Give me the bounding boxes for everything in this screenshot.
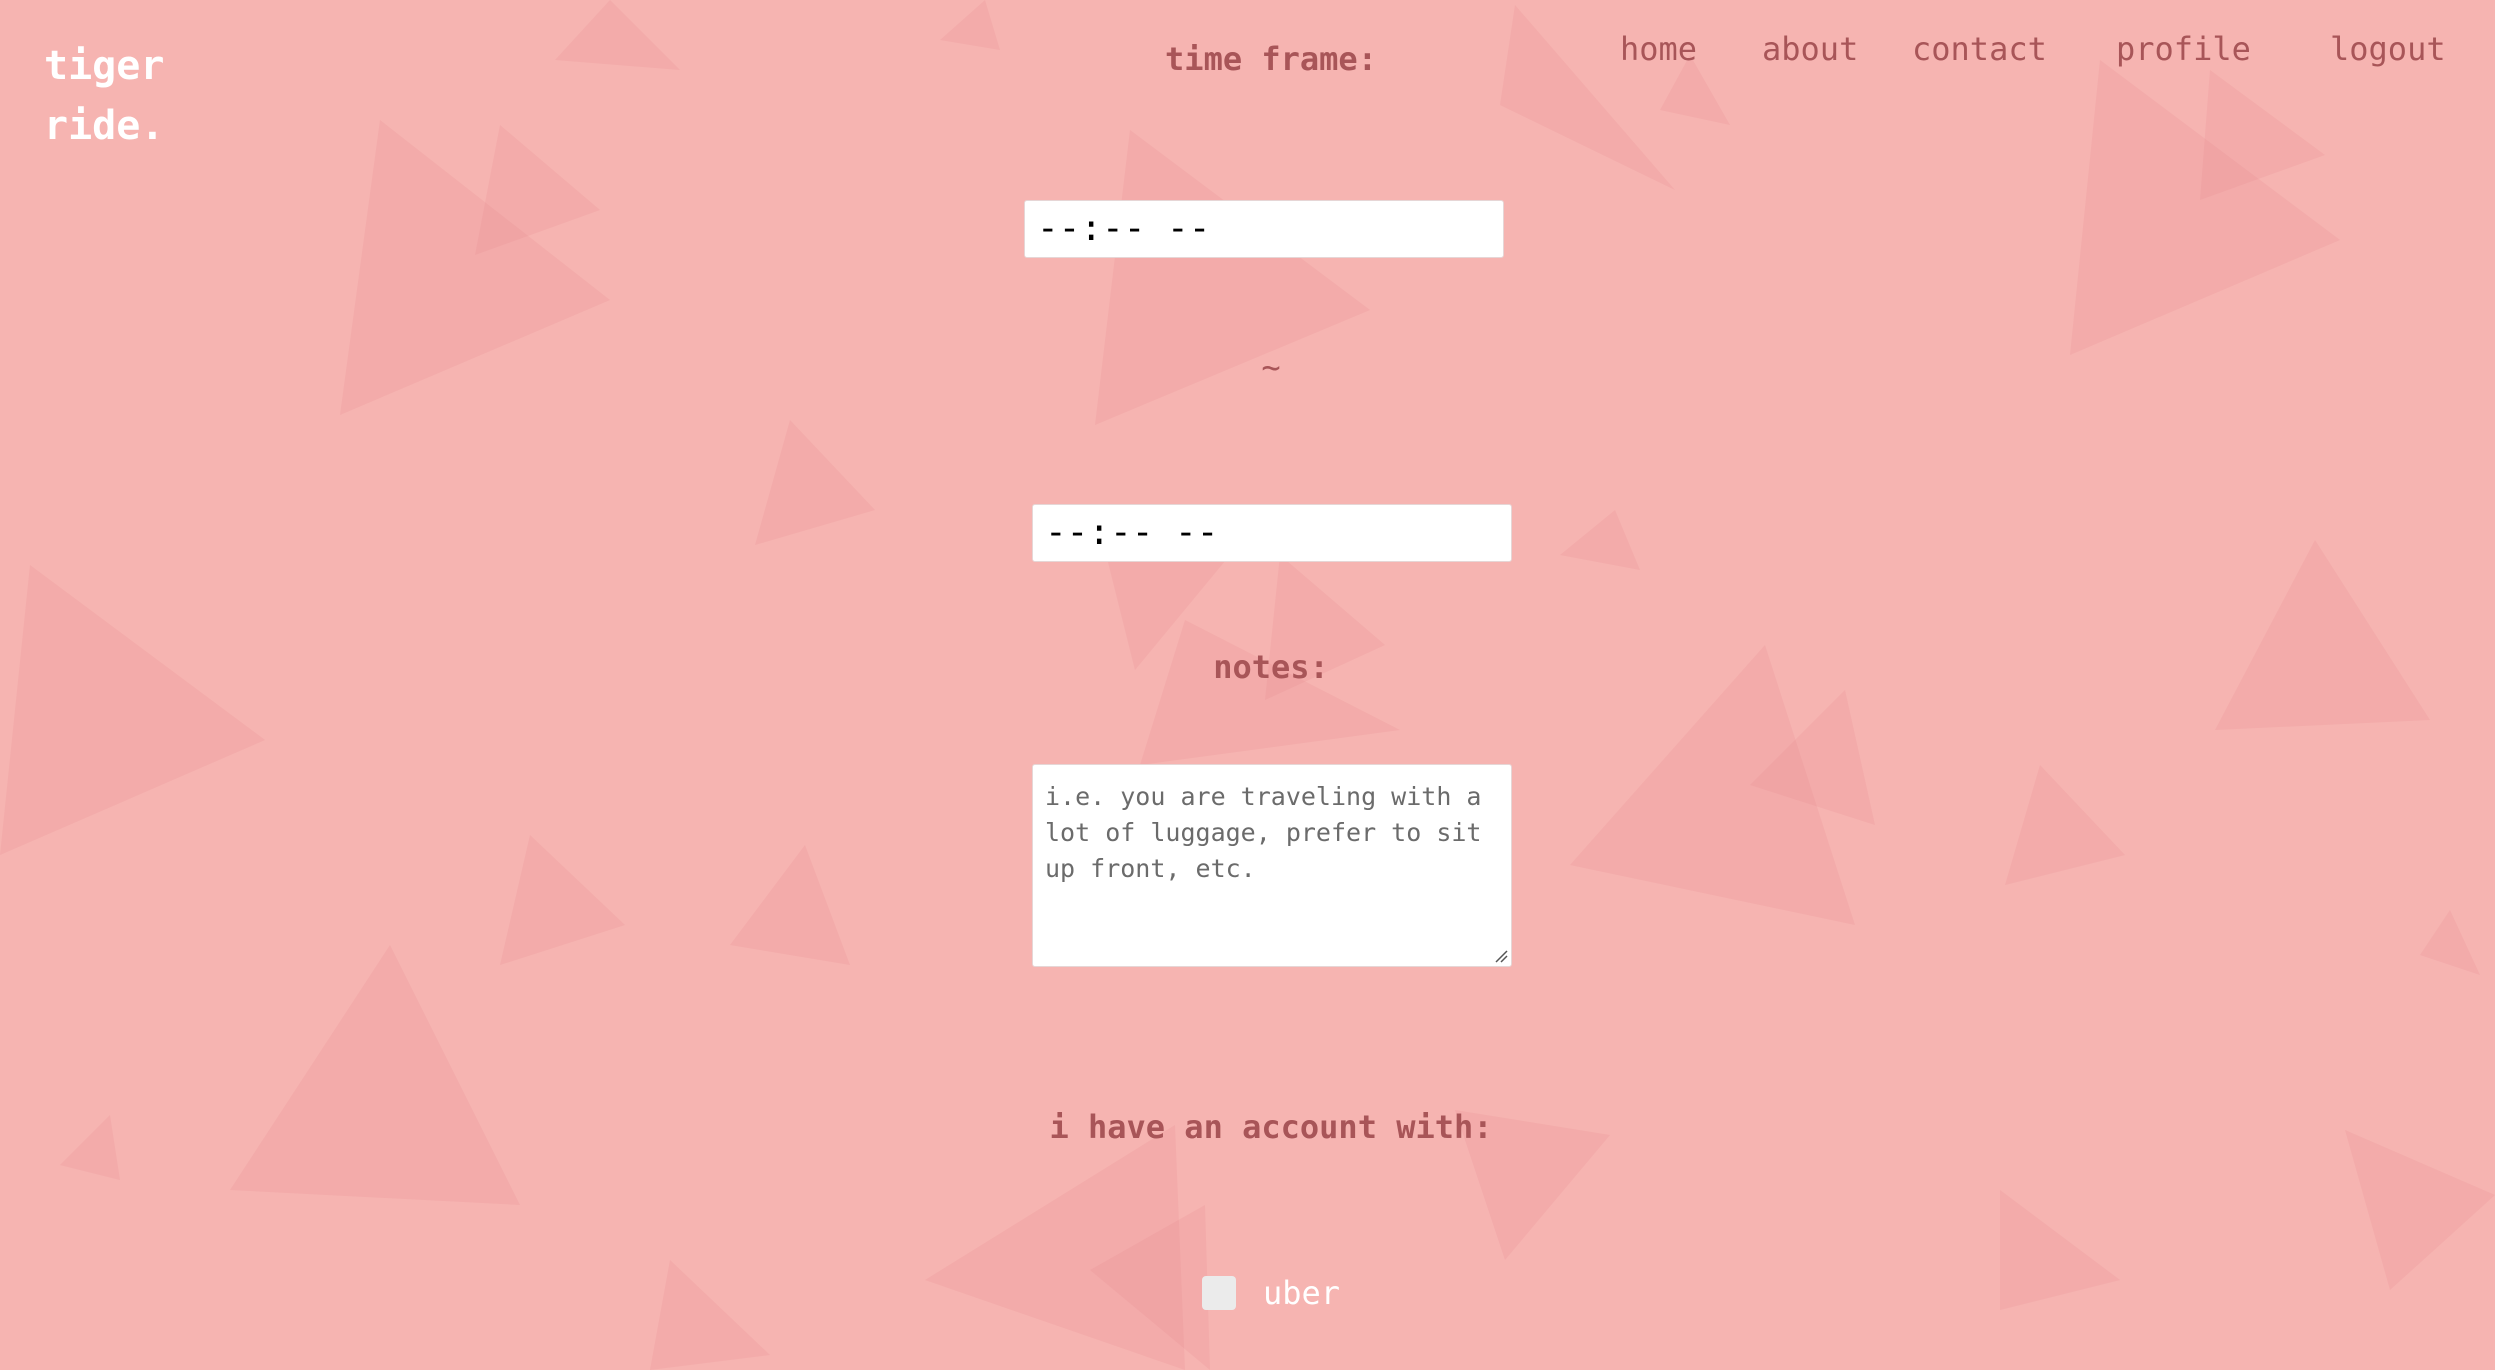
notes-placeholder: i.e. you are traveling with a lot of lug… (1045, 782, 1482, 883)
uber-checkbox-label[interactable]: uber (1263, 1274, 1340, 1312)
account-option-uber[interactable]: uber (1202, 1274, 1402, 1312)
notes-textarea[interactable]: i.e. you are traveling with a lot of lug… (1032, 764, 1512, 967)
nav-profile-link[interactable]: profile (2116, 30, 2251, 68)
time-frame-label: time frame: (1165, 40, 1377, 78)
uber-checkbox[interactable] (1202, 1276, 1236, 1310)
start-time-input[interactable]: --:-- -- (1024, 200, 1504, 258)
brand-line-1: tiger (44, 43, 165, 89)
nav-home-link[interactable]: home (1620, 30, 1697, 68)
resize-grip-icon[interactable] (1494, 949, 1508, 963)
time-range-separator: ~ (1261, 348, 1281, 386)
notes-label: notes: (1213, 648, 1329, 686)
end-time-input[interactable]: --:-- -- (1032, 504, 1512, 562)
top-nav: home about contact profile logout (1620, 30, 2446, 80)
nav-about-link[interactable]: about (1762, 30, 1858, 68)
nav-logout-link[interactable]: logout (2330, 30, 2446, 68)
account-label: i have an account with: (1049, 1108, 1493, 1146)
brand-line-2: ride. (44, 103, 165, 149)
brand-logo[interactable]: tiger ride. (44, 36, 244, 156)
nav-contact-link[interactable]: contact (1912, 30, 2047, 68)
